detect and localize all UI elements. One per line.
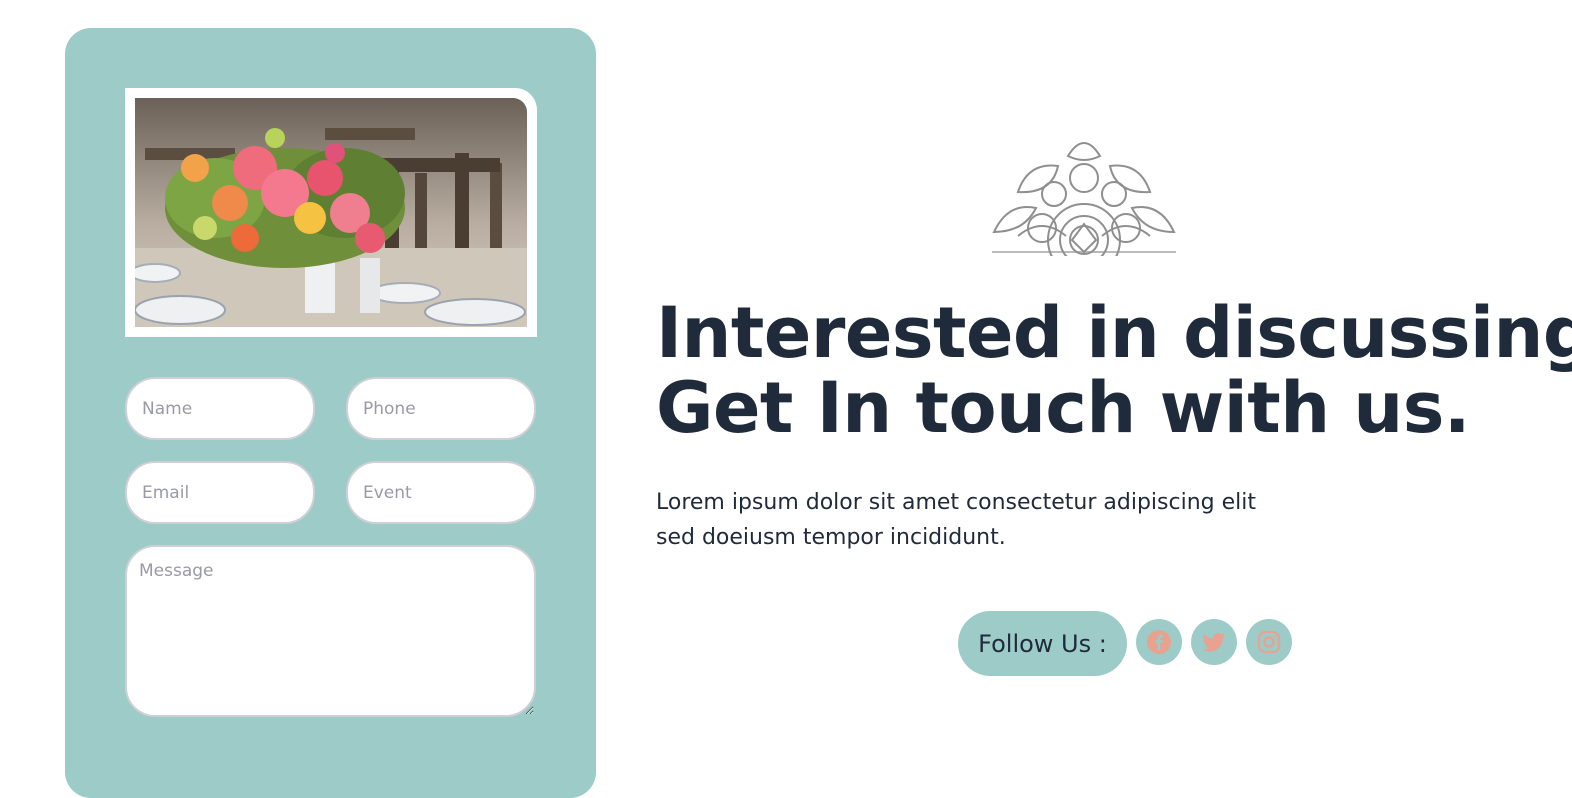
instagram-icon [1257,630,1281,654]
contact-form-card [65,28,596,798]
twitter-icon [1202,633,1225,652]
facebook-link[interactable] [1136,619,1182,665]
twitter-link[interactable] [1191,619,1237,665]
phone-input[interactable] [346,377,536,440]
event-input[interactable] [346,461,536,524]
event-photo [135,98,527,327]
message-textarea[interactable] [125,545,536,717]
follow-us-label: Follow Us : [958,611,1127,676]
instagram-link[interactable] [1246,619,1292,665]
event-photo-frame [125,88,537,337]
headline-line-1: Interested in discussing? [656,292,1572,374]
name-input[interactable] [125,377,315,440]
mandala-logo [992,142,1176,256]
page-headline: Interested in discussing? Get In touch w… [656,296,1572,446]
email-input[interactable] [125,461,315,524]
headline-line-2: Get In touch with us. [656,367,1471,449]
facebook-icon [1147,630,1171,654]
hero-description: Lorem ipsum dolor sit amet consectetur a… [656,490,1257,550]
